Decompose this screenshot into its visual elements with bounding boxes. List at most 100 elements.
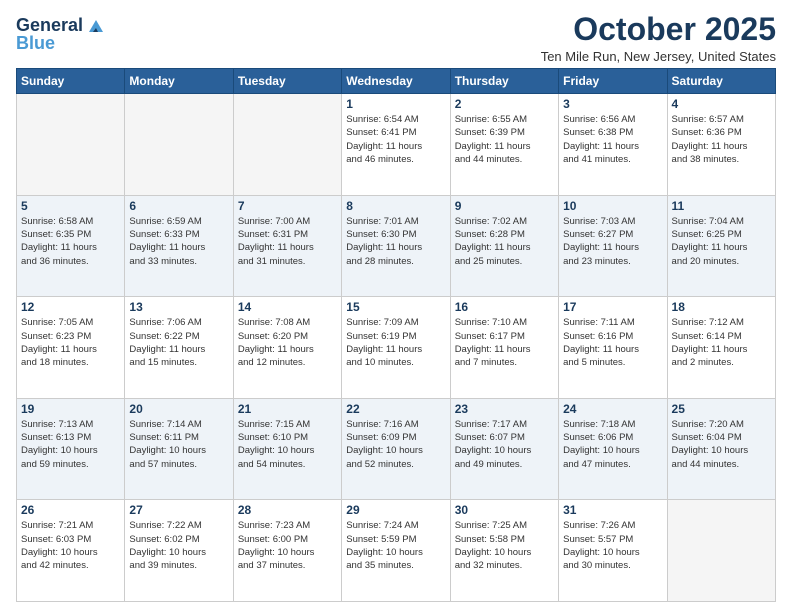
day-info: Sunrise: 7:14 AMSunset: 6:11 PMDaylight:… <box>129 418 228 471</box>
calendar-header-row: Sunday Monday Tuesday Wednesday Thursday… <box>17 69 776 94</box>
day-number: 10 <box>563 199 662 213</box>
calendar-week-row: 19 Sunrise: 7:13 AMSunset: 6:13 PMDayligh… <box>17 398 776 500</box>
day-info: Sunrise: 7:22 AMSunset: 6:02 PMDaylight:… <box>129 519 228 572</box>
day-number: 14 <box>238 300 337 314</box>
col-thursday: Thursday <box>450 69 558 94</box>
col-sunday: Sunday <box>17 69 125 94</box>
logo-icon <box>85 14 107 36</box>
calendar-week-row: 12 Sunrise: 7:05 AMSunset: 6:23 PMDayligh… <box>17 297 776 399</box>
calendar-week-row: 5Sunrise: 6:58 AMSunset: 6:35 PMDaylight… <box>17 195 776 297</box>
day-number: 3 <box>563 97 662 111</box>
day-info: Sunrise: 6:59 AMSunset: 6:33 PMDaylight:… <box>129 215 228 268</box>
day-info: Sunrise: 7:21 AMSunset: 6:03 PMDaylight:… <box>21 519 120 572</box>
day-info: Sunrise: 7:20 AMSunset: 6:04 PMDaylight:… <box>672 418 771 471</box>
day-info: Sunrise: 6:57 AMSunset: 6:36 PMDaylight:… <box>672 113 771 166</box>
day-number: 28 <box>238 503 337 517</box>
calendar-table: Sunday Monday Tuesday Wednesday Thursday… <box>16 68 776 602</box>
day-number: 29 <box>346 503 445 517</box>
day-info: Sunrise: 7:18 AMSunset: 6:06 PMDaylight:… <box>563 418 662 471</box>
day-number: 11 <box>672 199 771 213</box>
day-number: 12 <box>21 300 120 314</box>
day-info: Sunrise: 7:05 AMSunset: 6:23 PMDaylight:… <box>21 316 120 369</box>
day-info: Sunrise: 7:11 AMSunset: 6:16 PMDaylight:… <box>563 316 662 369</box>
col-saturday: Saturday <box>667 69 775 94</box>
day-info: Sunrise: 7:01 AMSunset: 6:30 PMDaylight:… <box>346 215 445 268</box>
day-number: 18 <box>672 300 771 314</box>
table-row: 9Sunrise: 7:02 AMSunset: 6:28 PMDaylight… <box>450 195 558 297</box>
table-row: 12 Sunrise: 7:05 AMSunset: 6:23 PMDayligh… <box>17 297 125 399</box>
header: General Blue October 2025 Ten Mile Run, … <box>16 12 776 64</box>
day-number: 25 <box>672 402 771 416</box>
table-row: 8Sunrise: 7:01 AMSunset: 6:30 PMDaylight… <box>342 195 450 297</box>
day-info: Sunrise: 7:10 AMSunset: 6:17 PMDaylight:… <box>455 316 554 369</box>
title-block: October 2025 Ten Mile Run, New Jersey, U… <box>541 12 776 64</box>
calendar-week-row: 26Sunrise: 7:21 AMSunset: 6:03 PMDayligh… <box>17 500 776 602</box>
day-info: Sunrise: 7:17 AMSunset: 6:07 PMDaylight:… <box>455 418 554 471</box>
table-row <box>17 94 125 196</box>
day-number: 24 <box>563 402 662 416</box>
table-row: 11 Sunrise: 7:04 AMSunset: 6:25 PMDayligh… <box>667 195 775 297</box>
table-row: 10 Sunrise: 7:03 AMSunset: 6:27 PMDayligh… <box>559 195 667 297</box>
table-row: 4 Sunrise: 6:57 AMSunset: 6:36 PMDaylight… <box>667 94 775 196</box>
day-info: Sunrise: 7:16 AMSunset: 6:09 PMDaylight:… <box>346 418 445 471</box>
table-row: 1 Sunrise: 6:54 AMSunset: 6:41 PMDaylight… <box>342 94 450 196</box>
day-number: 17 <box>563 300 662 314</box>
table-row: 26Sunrise: 7:21 AMSunset: 6:03 PMDayligh… <box>17 500 125 602</box>
table-row: 14Sunrise: 7:08 AMSunset: 6:20 PMDayligh… <box>233 297 341 399</box>
day-number: 30 <box>455 503 554 517</box>
table-row: 13Sunrise: 7:06 AMSunset: 6:22 PMDayligh… <box>125 297 233 399</box>
table-row: 24 Sunrise: 7:18 AMSunset: 6:06 PMDayligh… <box>559 398 667 500</box>
month-title: October 2025 <box>541 12 776 47</box>
day-number: 4 <box>672 97 771 111</box>
day-number: 19 <box>21 402 120 416</box>
table-row: 22 Sunrise: 7:16 AMSunset: 6:09 PMDayligh… <box>342 398 450 500</box>
day-number: 9 <box>455 199 554 213</box>
day-info: Sunrise: 7:12 AMSunset: 6:14 PMDaylight:… <box>672 316 771 369</box>
table-row: 6Sunrise: 6:59 AMSunset: 6:33 PMDaylight… <box>125 195 233 297</box>
day-info: Sunrise: 6:55 AMSunset: 6:39 PMDaylight:… <box>455 113 554 166</box>
day-info: Sunrise: 7:03 AMSunset: 6:27 PMDaylight:… <box>563 215 662 268</box>
table-row: 23Sunrise: 7:17 AMSunset: 6:07 PMDayligh… <box>450 398 558 500</box>
day-info: Sunrise: 6:54 AMSunset: 6:41 PMDaylight:… <box>346 113 445 166</box>
table-row: 28 Sunrise: 7:23 AMSunset: 6:00 PMDayligh… <box>233 500 341 602</box>
table-row: 29Sunrise: 7:24 AMSunset: 5:59 PMDayligh… <box>342 500 450 602</box>
day-number: 20 <box>129 402 228 416</box>
col-monday: Monday <box>125 69 233 94</box>
table-row: 17 Sunrise: 7:11 AMSunset: 6:16 PMDayligh… <box>559 297 667 399</box>
location: Ten Mile Run, New Jersey, United States <box>541 49 776 64</box>
day-number: 13 <box>129 300 228 314</box>
day-info: Sunrise: 7:15 AMSunset: 6:10 PMDaylight:… <box>238 418 337 471</box>
col-tuesday: Tuesday <box>233 69 341 94</box>
day-number: 2 <box>455 97 554 111</box>
day-number: 5 <box>21 199 120 213</box>
day-info: Sunrise: 7:09 AMSunset: 6:19 PMDaylight:… <box>346 316 445 369</box>
table-row: 31Sunrise: 7:26 AMSunset: 5:57 PMDayligh… <box>559 500 667 602</box>
table-row: 20 Sunrise: 7:14 AMSunset: 6:11 PMDayligh… <box>125 398 233 500</box>
table-row: 30 Sunrise: 7:25 AMSunset: 5:58 PMDayligh… <box>450 500 558 602</box>
day-info: Sunrise: 7:13 AMSunset: 6:13 PMDaylight:… <box>21 418 120 471</box>
day-number: 1 <box>346 97 445 111</box>
day-number: 22 <box>346 402 445 416</box>
col-friday: Friday <box>559 69 667 94</box>
table-row <box>125 94 233 196</box>
day-number: 16 <box>455 300 554 314</box>
day-info: Sunrise: 6:56 AMSunset: 6:38 PMDaylight:… <box>563 113 662 166</box>
logo: General Blue <box>16 16 107 54</box>
table-row: 15Sunrise: 7:09 AMSunset: 6:19 PMDayligh… <box>342 297 450 399</box>
day-info: Sunrise: 7:26 AMSunset: 5:57 PMDaylight:… <box>563 519 662 572</box>
col-wednesday: Wednesday <box>342 69 450 94</box>
table-row: 7Sunrise: 7:00 AMSunset: 6:31 PMDaylight… <box>233 195 341 297</box>
table-row: 19 Sunrise: 7:13 AMSunset: 6:13 PMDayligh… <box>17 398 125 500</box>
day-number: 21 <box>238 402 337 416</box>
table-row: 25 Sunrise: 7:20 AMSunset: 6:04 PMDayligh… <box>667 398 775 500</box>
table-row: 2 Sunrise: 6:55 AMSunset: 6:39 PMDaylight… <box>450 94 558 196</box>
table-row: 5Sunrise: 6:58 AMSunset: 6:35 PMDaylight… <box>17 195 125 297</box>
logo-blue-text: Blue <box>16 34 55 54</box>
day-info: Sunrise: 7:00 AMSunset: 6:31 PMDaylight:… <box>238 215 337 268</box>
calendar-week-row: 1 Sunrise: 6:54 AMSunset: 6:41 PMDaylight… <box>17 94 776 196</box>
page-container: General Blue October 2025 Ten Mile Run, … <box>0 0 792 612</box>
day-info: Sunrise: 7:25 AMSunset: 5:58 PMDaylight:… <box>455 519 554 572</box>
day-info: Sunrise: 7:04 AMSunset: 6:25 PMDaylight:… <box>672 215 771 268</box>
table-row: 27Sunrise: 7:22 AMSunset: 6:02 PMDayligh… <box>125 500 233 602</box>
day-info: Sunrise: 7:23 AMSunset: 6:00 PMDaylight:… <box>238 519 337 572</box>
